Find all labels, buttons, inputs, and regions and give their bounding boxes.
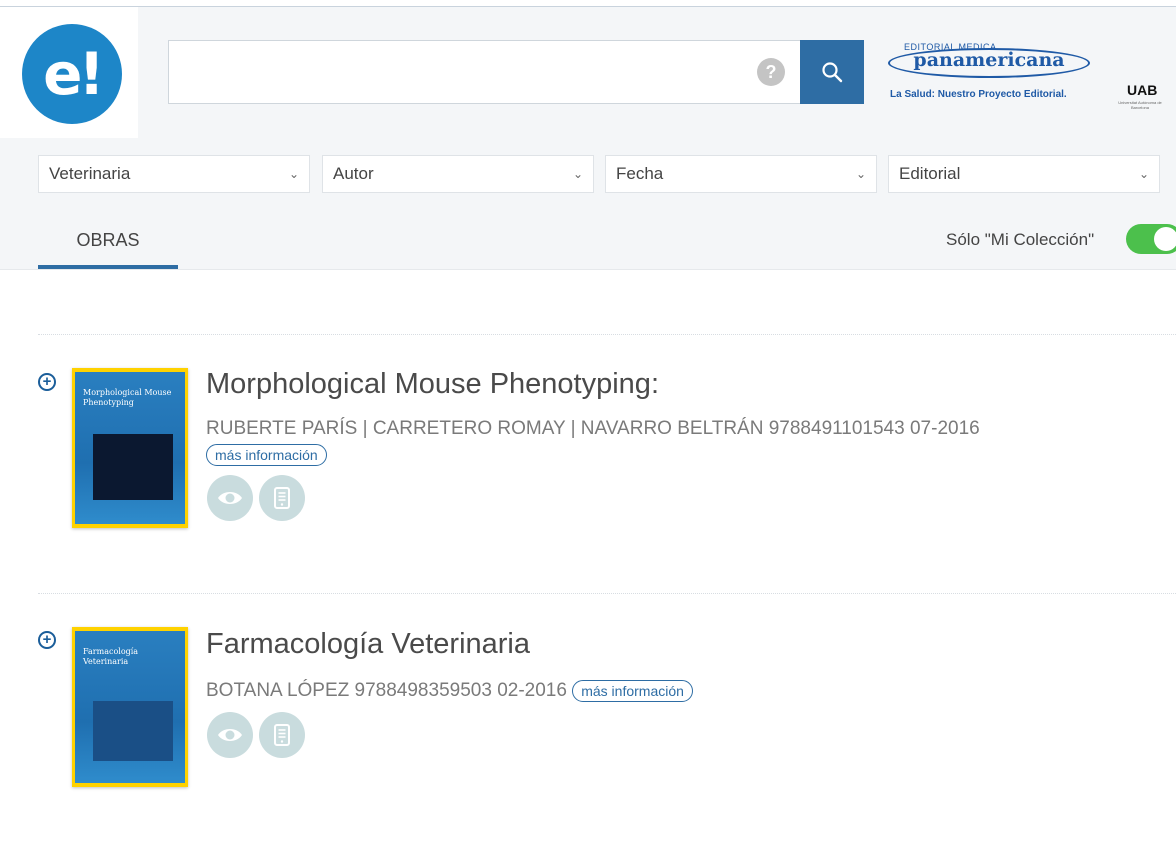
site-logo[interactable]: e! [22,24,122,124]
result-authors: BOTANA LÓPEZ [206,680,350,701]
filter-label: Editorial [899,164,961,183]
filter-veterinaria[interactable]: Veterinaria ⌄ [38,155,310,193]
filter-label: Veterinaria [49,164,131,183]
preview-button[interactable] [207,475,253,521]
read-ebook-button[interactable] [259,475,305,521]
ebook-icon [274,724,290,746]
collection-toggle[interactable] [1126,224,1176,254]
filters-divider [0,269,1176,270]
chevron-down-icon: ⌄ [288,167,299,181]
search-input[interactable] [168,40,800,104]
chevron-down-icon: ⌄ [572,167,583,181]
chevron-down-icon: ⌄ [855,167,866,181]
help-symbol: ? [765,61,777,82]
help-icon[interactable]: ? [757,58,785,86]
search-icon [822,62,843,83]
divider [38,593,1176,594]
collection-toggle-label: Sólo "Mi Colección" [946,230,1095,249]
search-button[interactable] [800,40,864,104]
institution-caption: Universitat Autònoma de Barcelona [1118,100,1162,110]
add-to-list-icon[interactable]: + [38,373,56,391]
filter-autor[interactable]: Autor ⌄ [322,155,594,193]
result-title[interactable]: Morphological Mouse Phenotyping: [206,368,659,401]
tab-label: OBRAS [76,230,140,250]
book-cover[interactable]: Farmacología Veterinaria [72,627,188,787]
cover-image: Farmacología Veterinaria [75,631,185,783]
result-meta: BOTANA LÓPEZ 9788498359503 02-2016 más i… [206,680,693,702]
preview-button[interactable] [207,712,253,758]
result-date: 07-2016 [909,418,980,439]
ebook-icon [274,487,290,509]
more-info-button[interactable]: más información [206,444,327,466]
eye-icon [218,729,242,741]
filter-fecha[interactable]: Fecha ⌄ [605,155,877,193]
toggle-knob [1154,227,1176,251]
publisher-slogan: La Salud: Nuestro Proyecto Editorial. [890,89,1067,100]
filter-label: Fecha [616,164,664,183]
result-meta: RUBERTE PARÍS | CARRETERO ROMAY | NAVARR… [206,418,980,440]
cover-art [93,434,173,500]
more-info-button[interactable]: más información [572,680,693,702]
read-ebook-button[interactable] [259,712,305,758]
eye-icon [218,492,242,504]
add-to-list-icon[interactable]: + [38,631,56,649]
institution-logo: UAB [1127,82,1158,98]
result-isbn: 9788498359503 [354,680,492,701]
logo-text: e! [43,40,105,108]
result-date: 02-2016 [497,680,567,701]
cover-image: Morphological Mouse Phenotyping [75,372,185,524]
book-cover[interactable]: Morphological Mouse Phenotyping [72,368,188,528]
filter-editorial[interactable]: Editorial ⌄ [888,155,1160,193]
chevron-down-icon: ⌄ [1138,167,1149,181]
cover-title: Farmacología Veterinaria [83,647,139,666]
cover-title: Morphological Mouse Phenotyping [83,388,172,407]
publisher-logo-name: panamericana [913,49,1065,71]
tab-obras[interactable]: OBRAS [38,226,178,270]
divider [38,334,1176,335]
result-isbn: 9788491101543 [768,418,905,439]
more-info-wrap: más información [206,444,327,466]
result-authors: RUBERTE PARÍS | CARRETERO ROMAY | NAVARR… [206,418,764,439]
cover-art [93,701,173,761]
result-title[interactable]: Farmacología Veterinaria [206,628,530,661]
filter-label: Autor [333,164,374,183]
